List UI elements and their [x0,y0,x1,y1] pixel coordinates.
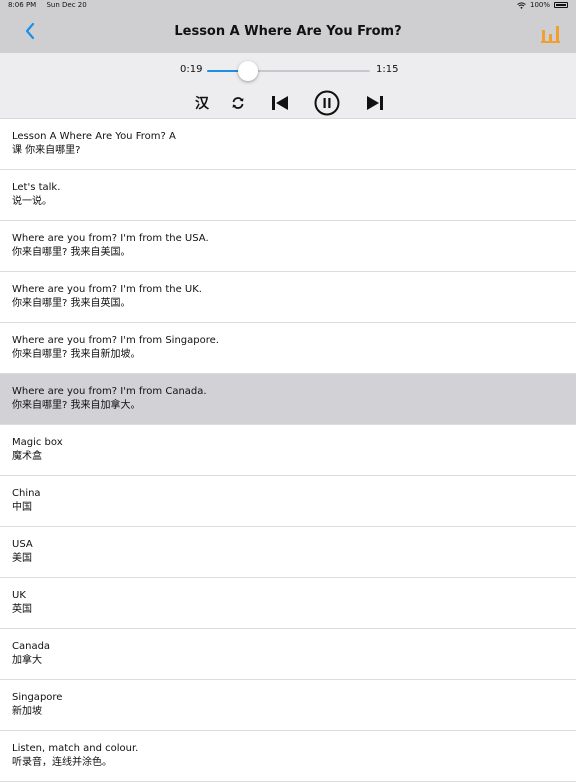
sentence-row[interactable]: Canada 加拿大 [0,629,576,680]
status-date: Sun Dec 20 [46,1,87,9]
sentence-chinese: 你来自哪里? 我来自新加坡。 [12,349,141,360]
sentence-row[interactable]: Where are you from? I'm from Singapore. 你… [0,323,576,374]
skip-previous-icon [272,96,288,110]
page-title: Lesson A Where Are You From? [174,24,402,39]
sentence-row[interactable]: Let's talk. 说一说。 [0,170,576,221]
sentence-english: Where are you from? I'm from the UK. [12,284,202,295]
status-left: 8:06 PM Sun Dec 20 [8,1,95,9]
wifi-icon [517,1,526,9]
sentence-english: Let's talk. [12,182,61,193]
stats-button[interactable] [540,20,562,44]
sentence-row[interactable]: Where are you from? I'm from the UK. 你来自哪… [0,272,576,323]
sentence-row[interactable]: Listen, match and colour. 听录音，连线并涂色。 [0,731,576,782]
audio-player: 0:19 1:15 汉 [0,53,576,119]
sentence-row[interactable]: Singapore 新加坡 [0,680,576,731]
sentence-chinese: 说一说。 [12,196,52,207]
pause-icon [314,90,340,116]
sentence-row[interactable]: USA 美国 [0,527,576,578]
chevron-left-icon [25,22,35,40]
sentence-chinese: 加拿大 [12,655,42,666]
sentence-chinese: 你来自哪里? 我来自英国。 [12,298,131,309]
sentence-row[interactable]: China 中国 [0,476,576,527]
nav-bar: Lesson A Where Are You From? [0,10,576,53]
player-controls: 汉 [0,90,576,116]
bar-chart-icon [541,26,560,43]
pause-button[interactable] [314,90,340,116]
sentence-list: Lesson A Where Are You From? A课 你来自哪里? Le… [0,119,576,782]
sentence-english: Where are you from? I'm from the USA. [12,233,209,244]
sentence-chinese: 中国 [12,502,32,513]
sentence-english: Where are you from? I'm from Singapore. [12,335,219,346]
next-button[interactable] [364,90,386,116]
sentence-row[interactable]: Where are you from? I'm from Canada. 你来自哪… [0,374,576,425]
sentence-chinese: 新加坡 [12,706,42,717]
sentence-row[interactable]: UK 英国 [0,578,576,629]
progress-thumb[interactable] [238,61,259,81]
total-time: 1:15 [376,64,399,75]
repeat-icon [232,97,244,109]
sentence-chinese: 你来自哪里? 我来自加拿大。 [12,400,141,411]
sentence-english: Canada [12,641,51,652]
sentence-chinese: 魔术盒 [12,451,42,462]
skip-next-icon [367,96,383,110]
sentence-row[interactable]: Where are you from? I'm from the USA. 你来自… [0,221,576,272]
sentence-row[interactable]: Magic box 魔术盒 [0,425,576,476]
status-bar: 8:06 PM Sun Dec 20 100% [0,0,576,10]
battery-icon [554,2,568,8]
repeat-button[interactable] [228,90,248,116]
sentence-chinese: 你来自哪里? 我来自美国。 [12,247,131,258]
sentence-english: Singapore [12,692,63,703]
elapsed-time: 0:19 [180,64,203,75]
back-button[interactable] [18,19,42,43]
sentence-english: Listen, match and colour. [12,743,139,754]
sentence-chinese: 课 你来自哪里? [12,145,81,156]
sentence-english: Magic box [12,437,63,448]
language-toggle-button[interactable]: 汉 [190,90,214,116]
sentence-english: China [12,488,41,499]
sentence-english: Where are you from? I'm from Canada. [12,386,207,397]
status-right: 100% [517,1,568,9]
progress-slider[interactable] [207,70,370,72]
sentence-english: USA [12,539,33,550]
previous-button[interactable] [269,90,291,116]
sentence-chinese: 英国 [12,604,32,615]
status-time: 8:06 PM [8,1,37,9]
battery-percent: 100% [529,1,550,9]
sentence-row[interactable]: Lesson A Where Are You From? A 课 你来自哪里? [0,119,576,170]
sentence-english: Lesson A Where Are You From? A [12,131,176,142]
sentence-chinese: 美国 [12,553,32,564]
sentence-english: UK [12,590,26,601]
